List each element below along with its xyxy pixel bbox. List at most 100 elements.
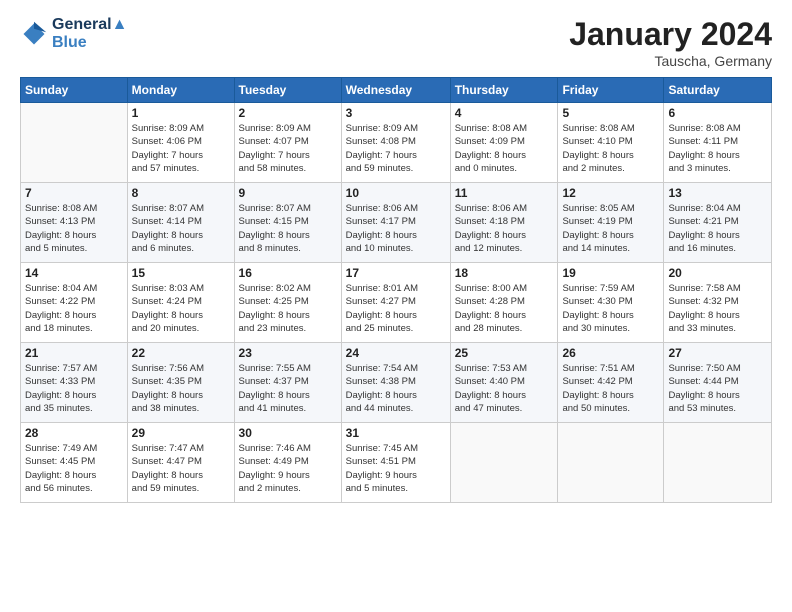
calendar-cell: 29 Sunrise: 7:47 AM Sunset: 4:47 PM Dayli… (127, 423, 234, 503)
calendar-cell: 17 Sunrise: 8:01 AM Sunset: 4:27 PM Dayli… (341, 263, 450, 343)
calendar-cell: 3Sunrise: 8:09 AM Sunset: 4:08 PM Daylig… (341, 103, 450, 183)
day-number: 7 (25, 186, 123, 200)
logo-text: General▲ Blue (52, 16, 127, 52)
calendar-cell: 6 Sunrise: 8:08 AM Sunset: 4:11 PM Daylig… (664, 103, 772, 183)
calendar-cell: 24 Sunrise: 7:54 AM Sunset: 4:38 PM Dayli… (341, 343, 450, 423)
calendar-cell: 27 Sunrise: 7:50 AM Sunset: 4:44 PM Dayli… (664, 343, 772, 423)
day-info: Sunrise: 8:07 AM Sunset: 4:15 PM Dayligh… (239, 202, 337, 255)
weekday-header: Tuesday (234, 78, 341, 103)
weekday-header: Monday (127, 78, 234, 103)
day-number: 21 (25, 346, 123, 360)
day-info: Sunrise: 7:56 AM Sunset: 4:35 PM Dayligh… (132, 362, 230, 415)
calendar-cell: 9Sunrise: 8:07 AM Sunset: 4:15 PM Daylig… (234, 183, 341, 263)
calendar-cell: 14 Sunrise: 8:04 AM Sunset: 4:22 PM Dayli… (21, 263, 128, 343)
day-info: Sunrise: 8:06 AM Sunset: 4:18 PM Dayligh… (455, 202, 554, 255)
day-number: 17 (346, 266, 446, 280)
logo-icon (20, 20, 48, 48)
calendar-cell: 12Sunrise: 8:05 AM Sunset: 4:19 PM Dayli… (558, 183, 664, 263)
day-number: 14 (25, 266, 123, 280)
calendar-cell: 18 Sunrise: 8:00 AM Sunset: 4:28 PM Dayli… (450, 263, 558, 343)
calendar-cell (558, 423, 664, 503)
calendar-cell: 15Sunrise: 8:03 AM Sunset: 4:24 PM Dayli… (127, 263, 234, 343)
calendar-cell: 20 Sunrise: 7:58 AM Sunset: 4:32 PM Dayli… (664, 263, 772, 343)
day-info: Sunrise: 7:57 AM Sunset: 4:33 PM Dayligh… (25, 362, 123, 415)
day-number: 16 (239, 266, 337, 280)
day-number: 1 (132, 106, 230, 120)
day-info: Sunrise: 7:54 AM Sunset: 4:38 PM Dayligh… (346, 362, 446, 415)
day-info: Sunrise: 8:04 AM Sunset: 4:21 PM Dayligh… (668, 202, 767, 255)
day-number: 30 (239, 426, 337, 440)
day-info: Sunrise: 8:03 AM Sunset: 4:24 PM Dayligh… (132, 282, 230, 335)
calendar-cell: 30 Sunrise: 7:46 AM Sunset: 4:49 PM Dayli… (234, 423, 341, 503)
day-info: Sunrise: 7:58 AM Sunset: 4:32 PM Dayligh… (668, 282, 767, 335)
calendar-cell: 28 Sunrise: 7:49 AM Sunset: 4:45 PM Dayli… (21, 423, 128, 503)
day-number: 2 (239, 106, 337, 120)
day-info: Sunrise: 7:47 AM Sunset: 4:47 PM Dayligh… (132, 442, 230, 495)
day-info: Sunrise: 8:06 AM Sunset: 4:17 PM Dayligh… (346, 202, 446, 255)
day-info: Sunrise: 8:08 AM Sunset: 4:09 PM Dayligh… (455, 122, 554, 175)
weekday-header: Thursday (450, 78, 558, 103)
calendar-cell: 22Sunrise: 7:56 AM Sunset: 4:35 PM Dayli… (127, 343, 234, 423)
calendar-cell: 10Sunrise: 8:06 AM Sunset: 4:17 PM Dayli… (341, 183, 450, 263)
day-info: Sunrise: 8:08 AM Sunset: 4:10 PM Dayligh… (562, 122, 659, 175)
day-info: Sunrise: 7:53 AM Sunset: 4:40 PM Dayligh… (455, 362, 554, 415)
logo: General▲ Blue (20, 16, 127, 52)
day-info: Sunrise: 8:02 AM Sunset: 4:25 PM Dayligh… (239, 282, 337, 335)
calendar-table: SundayMondayTuesdayWednesdayThursdayFrid… (20, 77, 772, 503)
weekday-header: Friday (558, 78, 664, 103)
day-number: 29 (132, 426, 230, 440)
calendar-week-row: 28 Sunrise: 7:49 AM Sunset: 4:45 PM Dayli… (21, 423, 772, 503)
header: General▲ Blue January 2024 Tauscha, Germ… (20, 16, 772, 69)
day-info: Sunrise: 7:51 AM Sunset: 4:42 PM Dayligh… (562, 362, 659, 415)
day-info: Sunrise: 7:49 AM Sunset: 4:45 PM Dayligh… (25, 442, 123, 495)
day-number: 18 (455, 266, 554, 280)
calendar-week-row: 21 Sunrise: 7:57 AM Sunset: 4:33 PM Dayli… (21, 343, 772, 423)
day-info: Sunrise: 7:50 AM Sunset: 4:44 PM Dayligh… (668, 362, 767, 415)
day-info: Sunrise: 8:09 AM Sunset: 4:08 PM Dayligh… (346, 122, 446, 175)
weekday-header: Sunday (21, 78, 128, 103)
day-info: Sunrise: 8:00 AM Sunset: 4:28 PM Dayligh… (455, 282, 554, 335)
header-row: SundayMondayTuesdayWednesdayThursdayFrid… (21, 78, 772, 103)
calendar-cell: 23 Sunrise: 7:55 AM Sunset: 4:37 PM Dayli… (234, 343, 341, 423)
day-info: Sunrise: 8:01 AM Sunset: 4:27 PM Dayligh… (346, 282, 446, 335)
day-number: 20 (668, 266, 767, 280)
calendar-cell: 2 Sunrise: 8:09 AM Sunset: 4:07 PM Daylig… (234, 103, 341, 183)
day-info: Sunrise: 8:08 AM Sunset: 4:13 PM Dayligh… (25, 202, 123, 255)
day-info: Sunrise: 8:08 AM Sunset: 4:11 PM Dayligh… (668, 122, 767, 175)
day-number: 26 (562, 346, 659, 360)
day-number: 23 (239, 346, 337, 360)
day-info: Sunrise: 7:46 AM Sunset: 4:49 PM Dayligh… (239, 442, 337, 495)
day-number: 5 (562, 106, 659, 120)
day-number: 8 (132, 186, 230, 200)
calendar-cell: 11 Sunrise: 8:06 AM Sunset: 4:18 PM Dayli… (450, 183, 558, 263)
calendar-cell: 19 Sunrise: 7:59 AM Sunset: 4:30 PM Dayli… (558, 263, 664, 343)
day-number: 28 (25, 426, 123, 440)
calendar-title: January 2024 (569, 16, 772, 53)
day-info: Sunrise: 7:55 AM Sunset: 4:37 PM Dayligh… (239, 362, 337, 415)
day-number: 19 (562, 266, 659, 280)
day-info: Sunrise: 8:05 AM Sunset: 4:19 PM Dayligh… (562, 202, 659, 255)
day-number: 27 (668, 346, 767, 360)
calendar-cell: 31Sunrise: 7:45 AM Sunset: 4:51 PM Dayli… (341, 423, 450, 503)
day-info: Sunrise: 7:45 AM Sunset: 4:51 PM Dayligh… (346, 442, 446, 495)
calendar-cell: 25Sunrise: 7:53 AM Sunset: 4:40 PM Dayli… (450, 343, 558, 423)
calendar-cell: 5 Sunrise: 8:08 AM Sunset: 4:10 PM Daylig… (558, 103, 664, 183)
day-info: Sunrise: 8:07 AM Sunset: 4:14 PM Dayligh… (132, 202, 230, 255)
calendar-week-row: 1 Sunrise: 8:09 AM Sunset: 4:06 PM Daylig… (21, 103, 772, 183)
calendar-cell: 21 Sunrise: 7:57 AM Sunset: 4:33 PM Dayli… (21, 343, 128, 423)
calendar-cell: 13Sunrise: 8:04 AM Sunset: 4:21 PM Dayli… (664, 183, 772, 263)
page: General▲ Blue January 2024 Tauscha, Germ… (0, 0, 792, 612)
day-info: Sunrise: 8:09 AM Sunset: 4:06 PM Dayligh… (132, 122, 230, 175)
day-info: Sunrise: 8:09 AM Sunset: 4:07 PM Dayligh… (239, 122, 337, 175)
calendar-cell: 4Sunrise: 8:08 AM Sunset: 4:09 PM Daylig… (450, 103, 558, 183)
title-block: January 2024 Tauscha, Germany (569, 16, 772, 69)
day-info: Sunrise: 8:04 AM Sunset: 4:22 PM Dayligh… (25, 282, 123, 335)
day-number: 6 (668, 106, 767, 120)
weekday-header: Wednesday (341, 78, 450, 103)
day-number: 24 (346, 346, 446, 360)
calendar-cell (450, 423, 558, 503)
day-number: 11 (455, 186, 554, 200)
calendar-cell: 1 Sunrise: 8:09 AM Sunset: 4:06 PM Daylig… (127, 103, 234, 183)
calendar-cell: 16 Sunrise: 8:02 AM Sunset: 4:25 PM Dayli… (234, 263, 341, 343)
day-info: Sunrise: 7:59 AM Sunset: 4:30 PM Dayligh… (562, 282, 659, 335)
